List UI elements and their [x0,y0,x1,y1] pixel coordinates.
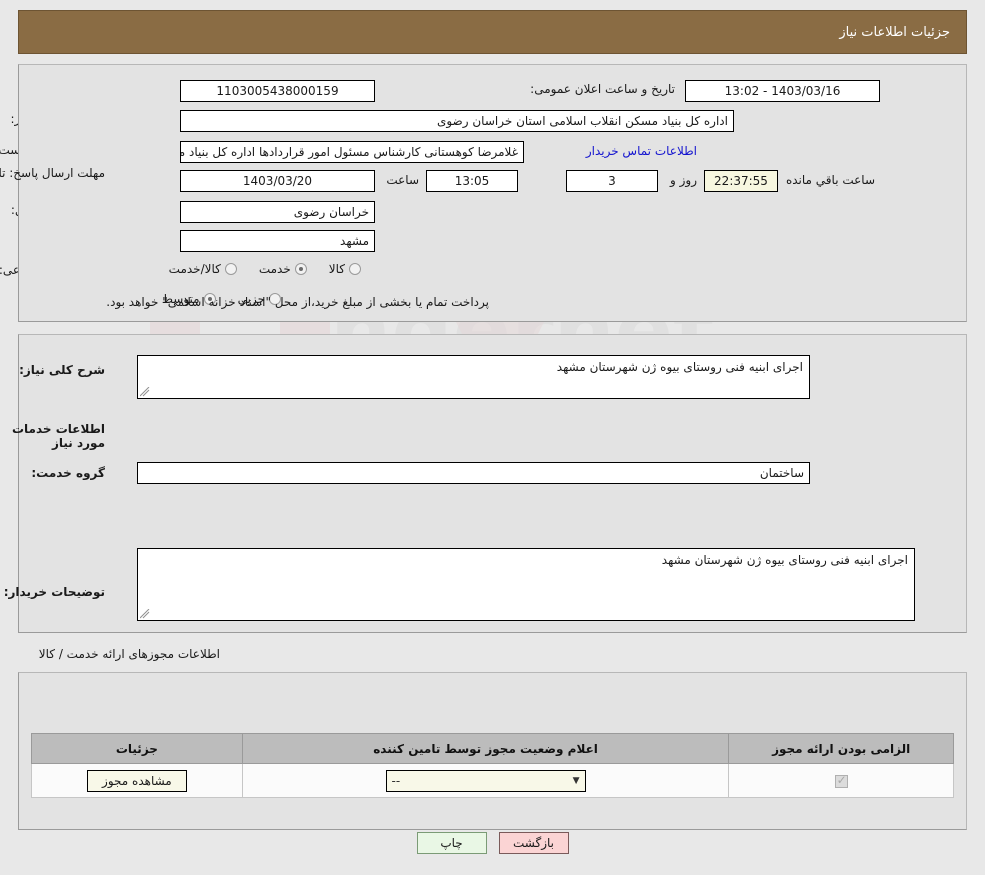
buyer-notes-textarea[interactable]: اجرای ابنیه فنی روستای بیوه ژن شهرستان م… [137,548,915,621]
days-word-label: روز و [670,173,697,187]
permit-table-header-row: الزامی بودن ارائه مجوز اعلام وضعیت مجوز … [31,733,954,764]
countdown-field: 22:37:55 [704,170,778,192]
th-permit-details: جزئیات [31,733,243,764]
buyer-notes-label: توضیحات خریدار: [3,585,105,599]
window-title-bar: جزئیات اطلاعات نیاز [18,10,967,54]
view-permit-button[interactable]: مشاهده مجوز [87,769,187,792]
deadline-label-row: مهلت ارسال پاسخ: تا تاریخ: [0,166,105,180]
category-radio-group: کالا خدمت کالا/خدمت [169,262,365,276]
chevron-down-icon: ▼ [572,775,580,786]
print-button[interactable]: چاپ [416,832,487,854]
buyer-notes-value: اجرای ابنیه فنی روستای بیوه ژن شهرستان م… [661,553,908,567]
radio-category-kala[interactable] [349,263,361,275]
city-field[interactable]: مشهد [180,230,375,252]
deadline-label: مهلت ارسال پاسخ: تا تاریخ: [0,166,105,180]
radio-category-kala-khedmat-label: کالا/خدمت [168,262,221,276]
permit-panel: الزامی بودن ارائه مجوز اعلام وضعیت مجوز … [18,672,967,830]
service-group-field[interactable]: ساختمان [137,462,810,484]
page-root: ndernet جزئیات اطلاعات نیاز شماره نیاز: … [0,0,985,875]
buyer-org-field[interactable]: اداره کل بنیاد مسکن انقلاب اسلامی استان … [180,110,734,132]
resize-grip-icon[interactable] [140,387,150,397]
deadline-time-field[interactable]: 13:05 [426,170,518,192]
requester-field[interactable]: غلامرضا کوهستانی کارشناس مسئول امور قرار… [180,141,524,163]
cell-permit-status: ▼ -- [241,763,730,798]
province-field[interactable]: خراسان رضوی [180,201,375,223]
th-permit-required: الزامی بودن ارائه مجوز [728,733,954,764]
permit-status-value: -- [391,773,401,788]
permit-status-select[interactable]: ▼ -- [385,769,586,792]
th-permit-status: اعلام وضعیت مجوز توسط تامین کننده [241,733,730,764]
general-desc-label: شرح کلی نیاز: [19,363,105,377]
announce-label-row: تاریخ و ساعت اعلان عمومی: [530,82,675,96]
radio-category-kala-label: کالا [328,262,345,276]
radio-category-khedmat-label: خدمت [258,262,291,276]
permit-table: الزامی بودن ارائه مجوز اعلام وضعیت مجوز … [31,733,954,798]
services-info-title: اطلاعات خدمات مورد نیاز [11,422,105,450]
need-number-field[interactable]: 1103005438000159 [180,80,375,102]
remaining-word-label: ساعت باقي مانده [785,173,875,187]
resize-grip-icon[interactable] [140,609,150,619]
permit-required-checkbox [834,773,848,788]
back-button[interactable]: بازگشت [498,832,569,854]
days-remaining-field[interactable]: 3 [566,170,658,192]
page-title: جزئیات اطلاعات نیاز [839,24,950,40]
table-row: ▼ -- مشاهده مجوز [31,763,954,798]
radio-category-kala-khedmat[interactable] [224,263,237,275]
deadline-date-field[interactable]: 1403/03/20 [180,170,375,192]
cell-permit-required [728,763,954,798]
radio-category-khedmat[interactable] [294,263,307,275]
footer-actions: بازگشت چاپ [0,832,985,854]
cell-permit-details: مشاهده مجوز [31,763,243,798]
announce-date-label: تاریخ و ساعت اعلان عمومی: [530,82,675,96]
permit-section-title: اطلاعات مجوزهای ارائه خدمت / کالا [38,647,220,661]
hour-word-label: ساعت [386,173,419,187]
buyer-contact-link[interactable]: اطلاعات تماس خریدار [586,144,697,158]
general-desc-value: اجرای ابنیه فنی روستای بیوه ژن شهرستان م… [556,360,803,374]
general-desc-textarea[interactable]: اجرای ابنیه فنی روستای بیوه ژن شهرستان م… [137,355,810,399]
announce-date-field[interactable]: 1403/03/16 - 13:02 [685,80,880,102]
payment-note: پرداخت تمام یا بخشی از مبلغ خرید،از محل … [106,295,489,309]
need-summary-panel [18,64,967,322]
service-group-label: گروه خدمت: [31,466,105,480]
